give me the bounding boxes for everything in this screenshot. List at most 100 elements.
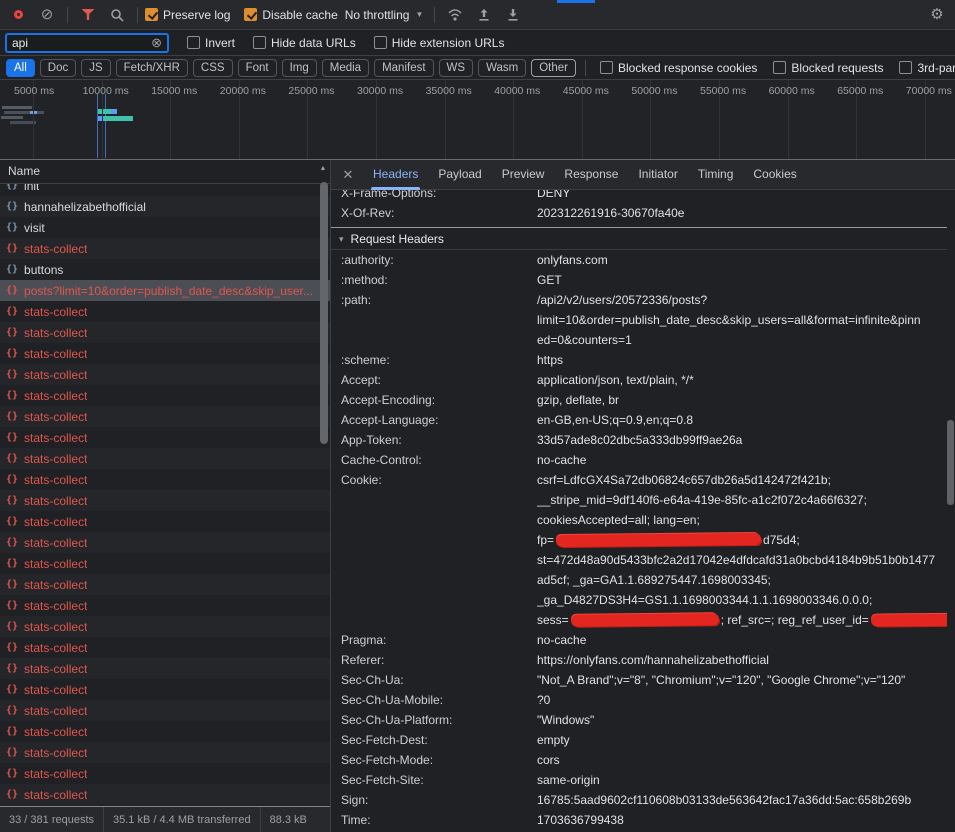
tab-preview[interactable]: Preview: [492, 160, 555, 190]
request-row[interactable]: {}stats-collect: [0, 448, 330, 469]
timeline-label: 15000 ms: [151, 85, 197, 97]
timeline-selection-line: [97, 94, 98, 158]
request-row[interactable]: {}stats-collect: [0, 322, 330, 343]
filter-chip-doc[interactable]: Doc: [40, 59, 76, 77]
request-list-scrollbar[interactable]: [320, 178, 329, 802]
request-name: stats-collect: [24, 557, 87, 571]
request-row[interactable]: {}stats-collect: [0, 301, 330, 322]
request-row[interactable]: {}stats-collect: [0, 406, 330, 427]
filter-chip-all[interactable]: All: [6, 59, 35, 77]
request-row[interactable]: {}stats-collect: [0, 238, 330, 259]
request-row[interactable]: {}stats-collect: [0, 700, 330, 721]
request-row[interactable]: {}stats-collect: [0, 553, 330, 574]
header-value: GET: [537, 270, 947, 290]
request-row[interactable]: {}stats-collect: [0, 574, 330, 595]
request-row-selected[interactable]: {}posts?limit=10&order=publish_date_desc…: [0, 280, 330, 301]
filter-chip-wasm[interactable]: Wasm: [478, 59, 526, 77]
json-braces-icon: {}: [6, 663, 18, 674]
scroll-up-icon[interactable]: ▲: [318, 165, 328, 172]
filter-chip-fetch-xhr[interactable]: Fetch/XHR: [116, 59, 188, 77]
header-row: Sec-Fetch-Site:same-origin: [331, 770, 947, 790]
request-row[interactable]: {}stats-collect: [0, 658, 330, 679]
scrollbar-thumb[interactable]: [947, 420, 954, 505]
network-conditions-button[interactable]: [442, 3, 468, 27]
json-braces-icon: {}: [6, 264, 18, 275]
disable-cache-checkbox[interactable]: Disable cache: [244, 8, 337, 22]
hide-data-urls-checkbox[interactable]: Hide data URLs: [253, 36, 356, 50]
request-row[interactable]: {}stats-collect: [0, 385, 330, 406]
header-name: Accept-Encoding:: [341, 390, 537, 410]
request-name: stats-collect: [24, 389, 87, 403]
preserve-log-checkbox[interactable]: Preserve log: [145, 8, 230, 22]
header-value: "Windows": [537, 710, 947, 730]
request-row[interactable]: {}stats-collect: [0, 427, 330, 448]
name-column-header[interactable]: Name: [0, 160, 330, 184]
throttling-dropdown[interactable]: No throttling ▼: [345, 8, 424, 22]
blocked-response-cookies-checkbox[interactable]: Blocked response cookies: [600, 61, 757, 75]
filter-chip-other[interactable]: Other: [531, 59, 576, 77]
request-row[interactable]: {}stats-collect: [0, 679, 330, 700]
invert-checkbox[interactable]: Invert: [187, 36, 235, 50]
export-har-button[interactable]: [500, 3, 526, 27]
hide-data-urls-label: Hide data URLs: [271, 36, 356, 50]
toolbar-divider: [434, 7, 435, 23]
request-row[interactable]: {}init: [0, 184, 330, 196]
request-row[interactable]: {}stats-collect: [0, 343, 330, 364]
scrollbar-thumb[interactable]: [320, 182, 328, 444]
details-scrollbar[interactable]: [947, 190, 955, 832]
request-row[interactable]: {}stats-collect: [0, 595, 330, 616]
hide-extension-urls-checkbox[interactable]: Hide extension URLs: [374, 36, 505, 50]
request-row[interactable]: {}stats-collect: [0, 532, 330, 553]
filter-chip-js[interactable]: JS: [81, 59, 110, 77]
json-braces-icon: {}: [6, 621, 18, 632]
tab-cookies[interactable]: Cookies: [743, 160, 806, 190]
close-icon[interactable]: ✕: [337, 167, 359, 183]
request-row[interactable]: {}stats-collect: [0, 364, 330, 385]
filter-chip-manifest[interactable]: Manifest: [374, 59, 433, 77]
header-name: Pragma:: [341, 630, 537, 650]
request-row[interactable]: {}buttons: [0, 259, 330, 280]
block-icon: ⊘: [41, 7, 54, 22]
filter-chip-font[interactable]: Font: [238, 59, 277, 77]
request-row[interactable]: {}stats-collect: [0, 763, 330, 784]
network-overview-timeline[interactable]: 5000 ms10000 ms15000 ms20000 ms25000 ms3…: [0, 80, 955, 160]
request-name: stats-collect: [24, 641, 87, 655]
json-braces-icon: {}: [6, 184, 18, 191]
request-row[interactable]: {}stats-collect: [0, 784, 330, 805]
filter-chip-ws[interactable]: WS: [439, 59, 474, 77]
tab-payload[interactable]: Payload: [428, 160, 491, 190]
filter-input[interactable]: api ⊗: [5, 33, 169, 53]
clear-input-icon[interactable]: ⊗: [151, 36, 162, 49]
header-value-line: csrf=LdfcGX4Sa72db06824c657db26a5d142472…: [537, 470, 947, 490]
request-row[interactable]: {}stats-collect: [0, 490, 330, 511]
clear-log-button[interactable]: ⊘: [34, 3, 60, 27]
request-row[interactable]: {}stats-collect: [0, 616, 330, 637]
json-braces-icon: {}: [6, 726, 18, 737]
request-row[interactable]: {}stats-collect: [0, 637, 330, 658]
filter-button[interactable]: [75, 3, 101, 27]
filter-chip-img[interactable]: Img: [282, 59, 317, 77]
request-row[interactable]: {}stats-collect: [0, 469, 330, 490]
request-row[interactable]: {}stats-collect: [0, 742, 330, 763]
request-row[interactable]: {}hannahelizabethofficial: [0, 196, 330, 217]
tab-headers[interactable]: Headers: [363, 160, 428, 190]
header-value: "Not_A Brand";v="8", "Chromium";v="120",…: [537, 670, 947, 690]
filter-chip-media[interactable]: Media: [322, 59, 369, 77]
record-button[interactable]: [5, 3, 31, 27]
search-button[interactable]: [104, 3, 130, 27]
request-name: stats-collect: [24, 704, 87, 718]
import-har-button[interactable]: [471, 3, 497, 27]
tab-initiator[interactable]: Initiator: [628, 160, 687, 190]
request-headers-section[interactable]: ▾Request Headers: [331, 227, 947, 250]
filter-chip-css[interactable]: CSS: [193, 59, 233, 77]
settings-button[interactable]: ⚙: [924, 3, 950, 27]
tab-response[interactable]: Response: [554, 160, 628, 190]
checkbox-icon: [899, 61, 912, 74]
request-row[interactable]: {}stats-collect: [0, 511, 330, 532]
request-row[interactable]: {}visit: [0, 217, 330, 238]
tab-timing[interactable]: Timing: [688, 160, 744, 190]
header-row: Sec-Ch-Ua:"Not_A Brand";v="8", "Chromium…: [331, 670, 947, 690]
request-row[interactable]: {}stats-collect: [0, 721, 330, 742]
blocked-requests-checkbox[interactable]: Blocked requests: [773, 61, 883, 75]
3rd-party-requests-checkbox[interactable]: 3rd-party requests: [899, 61, 955, 75]
